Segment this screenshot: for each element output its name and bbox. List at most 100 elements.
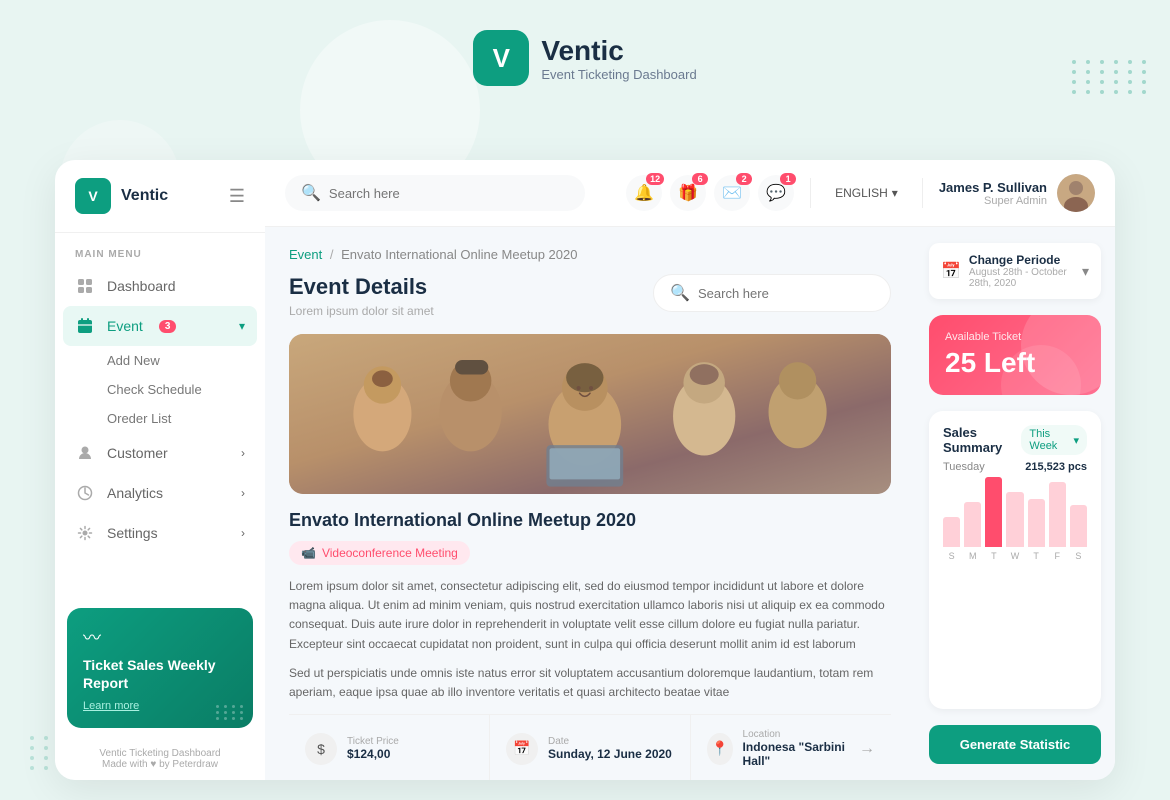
event-badge: 3 <box>159 320 177 333</box>
sales-summary-card: Sales Summary This Week ▾ Tuesday 215,52… <box>929 411 1101 709</box>
dots-decoration <box>216 705 245 720</box>
content-area: Event / Envato International Online Meet… <box>265 227 1115 780</box>
bar-col-W-3: W <box>1006 492 1023 561</box>
user-icon <box>75 443 95 463</box>
calendar-icon <box>75 316 95 336</box>
app-subtitle: Event Ticketing Dashboard <box>541 67 696 82</box>
bar-col-F-5: F <box>1049 482 1066 561</box>
bar-label-T-4: T <box>1033 551 1039 561</box>
gift-button[interactable]: 🎁 6 <box>670 175 706 211</box>
promo-learn-more-link[interactable]: Learn more <box>83 700 237 712</box>
bar-label-S-0: S <box>949 551 955 561</box>
bar-chart: SMTWTFS <box>943 481 1087 561</box>
sidebar-item-settings-label: Settings <box>107 525 158 541</box>
sidebar-footer-credit: Made with ♥ by Peterdraw <box>71 759 249 770</box>
bar-label-W-3: W <box>1011 551 1020 561</box>
user-name: James P. Sullivan <box>939 180 1047 195</box>
bar-label-F-5: F <box>1055 551 1061 561</box>
bar-label-M-1: M <box>969 551 977 561</box>
event-description-2: Sed ut perspiciatis unde omnis iste natu… <box>289 664 891 702</box>
dashboard-container: V Ventic ☰ MAIN MENU Dashboard <box>55 160 1115 780</box>
sidebar-item-dashboard-label: Dashboard <box>107 278 176 294</box>
date-label: Date <box>548 736 672 747</box>
sidebar-item-settings[interactable]: Settings › <box>55 513 265 553</box>
arrow-right-icon[interactable]: → <box>859 740 875 758</box>
content-search-icon: 🔍 <box>670 283 690 303</box>
chevron-down-icon: ▾ <box>239 319 245 333</box>
sales-week-button[interactable]: This Week ▾ <box>1021 425 1087 455</box>
sidebar-item-dashboard[interactable]: Dashboard <box>55 266 265 306</box>
notification-bell-button[interactable]: 🔔 12 <box>626 175 662 211</box>
nav-user[interactable]: James P. Sullivan Super Admin <box>939 174 1095 212</box>
sidebar-item-customer[interactable]: Customer › <box>55 433 265 473</box>
bar-W-3 <box>1006 492 1023 547</box>
sidebar-logo-icon: V <box>75 178 111 214</box>
chat-badge: 1 <box>780 173 796 185</box>
ticket-price-label: Ticket Price <box>347 736 399 747</box>
sidebar-sub-order-list[interactable]: Oreder List <box>55 404 265 433</box>
sidebar-item-analytics[interactable]: Analytics › <box>55 473 265 513</box>
page-title-row: Event Details Lorem ipsum dolor sit amet… <box>289 274 891 318</box>
main-content: 🔍 🔔 12 🎁 6 ✉️ 2 <box>265 160 1115 780</box>
sidebar-promo-card: 〰 Ticket Sales Weekly Report Learn more <box>67 608 253 728</box>
content-search-input[interactable] <box>698 286 874 301</box>
calendar-period-icon: 📅 <box>941 261 961 281</box>
location-value: Indonesa "Sarbini Hall" <box>743 740 849 768</box>
nav-search-box[interactable]: 🔍 <box>285 175 585 211</box>
sidebar-item-event-label: Event <box>107 318 143 334</box>
grid-icon <box>75 276 95 296</box>
period-selector[interactable]: 📅 Change Periode August 28th - October 2… <box>929 243 1101 299</box>
language-label: ENGLISH <box>835 186 888 200</box>
chevron-right-icon: › <box>241 446 245 460</box>
breadcrumb-current: Envato International Online Meetup 2020 <box>341 247 577 262</box>
sidebar: V Ventic ☰ MAIN MENU Dashboard <box>55 160 265 780</box>
bar-M-1 <box>964 502 981 547</box>
chevron-down-period-icon[interactable]: ▾ <box>1082 263 1089 280</box>
nav-divider <box>810 178 811 208</box>
available-ticket-count: 25 Left <box>945 347 1085 379</box>
event-meta-location: 📍 Location Indonesa "Sarbini Hall" → <box>691 715 891 780</box>
sidebar-sub-add-new[interactable]: Add New <box>55 346 265 375</box>
bar-label-T-2: T <box>991 551 997 561</box>
chevron-right-icon-analytics: › <box>241 486 245 500</box>
top-nav: 🔍 🔔 12 🎁 6 ✉️ 2 <box>265 160 1115 227</box>
sidebar-item-analytics-label: Analytics <box>107 485 163 501</box>
bar-col-T-2: T <box>985 477 1002 561</box>
bar-F-5 <box>1049 482 1066 547</box>
nav-search-input[interactable] <box>329 186 569 201</box>
content-search-box[interactable]: 🔍 <box>653 274 891 312</box>
breadcrumb-parent[interactable]: Event <box>289 247 322 262</box>
sidebar-hamburger-icon[interactable]: ☰ <box>229 186 245 207</box>
sales-amount-value: 215,523 pcs <box>1025 461 1087 473</box>
chevron-down-week-icon: ▾ <box>1073 434 1079 447</box>
video-icon: 📹 <box>301 546 316 560</box>
sidebar-item-event[interactable]: Event 3 ▾ <box>63 306 257 346</box>
event-tag-label: Videoconference Meeting <box>322 546 458 560</box>
bell-badge: 12 <box>646 173 664 185</box>
sidebar-top: V Ventic ☰ <box>55 160 265 233</box>
generate-statistic-button[interactable]: Generate Statistic <box>929 725 1101 764</box>
gift-icon: 🎁 <box>678 183 698 203</box>
sales-day-label: Tuesday <box>943 461 985 473</box>
period-label: Change Periode <box>969 253 1074 267</box>
event-tag: 📹 Videoconference Meeting <box>289 541 470 565</box>
chat-icon: 💬 <box>766 183 786 203</box>
chevron-right-icon-settings: › <box>241 526 245 540</box>
chat-button[interactable]: 💬 1 <box>758 175 794 211</box>
bar-T-4 <box>1028 499 1045 547</box>
chart-icon <box>75 483 95 503</box>
sales-week-label: This Week <box>1029 428 1069 452</box>
page-subtitle: Lorem ipsum dolor sit amet <box>289 304 434 318</box>
waves-icon: 〰 <box>83 624 237 650</box>
bar-label-S-6: S <box>1075 551 1081 561</box>
language-selector[interactable]: ENGLISH ▾ <box>827 186 906 200</box>
sidebar-footer: Ventic Ticketing Dashboard Made with ♥ b… <box>55 738 265 780</box>
bar-col-M-1: M <box>964 502 981 561</box>
page-title: Event Details <box>289 274 434 300</box>
sidebar-sub-check-schedule[interactable]: Check Schedule <box>55 375 265 404</box>
promo-card-title: Ticket Sales Weekly Report <box>83 656 237 692</box>
mail-button[interactable]: ✉️ 2 <box>714 175 750 211</box>
bar-T-2 <box>985 477 1002 547</box>
sidebar-brand: Ventic <box>121 187 168 205</box>
sales-summary-title: Sales Summary <box>943 425 1021 455</box>
